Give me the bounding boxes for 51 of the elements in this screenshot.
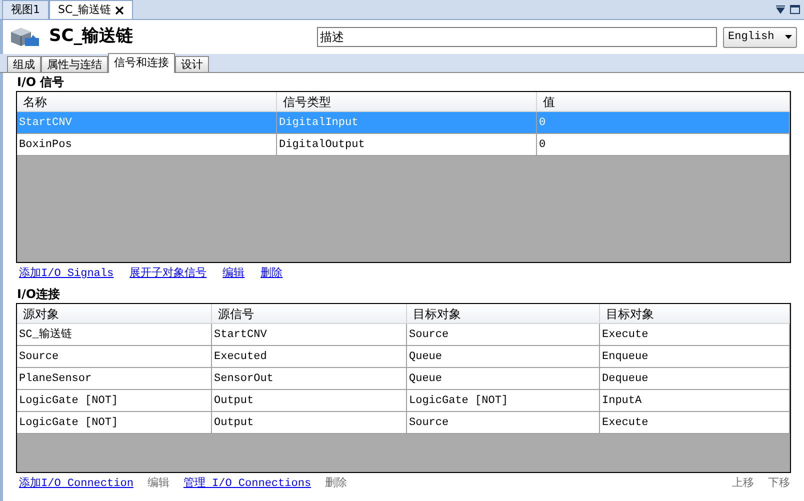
table-cell[interactable]: BoxinPos bbox=[17, 134, 277, 155]
action-link[interactable]: 添加I/O Signals bbox=[19, 266, 114, 282]
table-cell[interactable]: StartCNV bbox=[212, 324, 407, 345]
table-cell[interactable]: InputA bbox=[600, 390, 790, 411]
tab[interactable]: 组成 bbox=[7, 56, 41, 72]
table-cell[interactable]: Dequeue bbox=[600, 368, 790, 389]
column-header[interactable]: 源对象 bbox=[17, 304, 212, 323]
column-header[interactable]: 信号类型 bbox=[277, 92, 537, 111]
table-cell[interactable]: Output bbox=[212, 412, 407, 433]
column-header[interactable]: 目标对象 bbox=[600, 304, 790, 323]
caret-icon bbox=[785, 35, 792, 39]
tab[interactable]: 设计 bbox=[175, 56, 209, 72]
tab[interactable]: 信号和连接 bbox=[108, 53, 175, 73]
action-link[interactable]: 编辑 bbox=[222, 266, 245, 282]
table-cell[interactable]: LogicGate [NOT] bbox=[407, 390, 600, 411]
table-cell[interactable]: Executed bbox=[212, 346, 407, 367]
dropdown-icon[interactable] bbox=[776, 5, 785, 14]
table-cell[interactable]: Output bbox=[212, 390, 407, 411]
language-dropdown[interactable]: English bbox=[723, 26, 797, 48]
close-icon[interactable] bbox=[115, 6, 124, 14]
table-cell[interactable]: Source bbox=[407, 412, 600, 433]
description-field[interactable]: 描述 bbox=[317, 27, 717, 47]
table-cell[interactable]: SC_输送链 bbox=[17, 324, 212, 345]
table-cell[interactable]: Source bbox=[17, 346, 212, 367]
column-header[interactable]: 源信号 bbox=[212, 304, 407, 323]
document-tab[interactable]: SC_输送链 bbox=[49, 0, 134, 19]
table-cell[interactable]: Queue bbox=[407, 368, 600, 389]
column-header[interactable]: 值 bbox=[537, 92, 790, 111]
table-cell[interactable]: Execute bbox=[600, 412, 790, 433]
table-cell[interactable]: 0 bbox=[537, 134, 790, 155]
table-cell[interactable]: Enqueue bbox=[600, 346, 790, 367]
maximize-icon[interactable] bbox=[790, 5, 800, 14]
table-cell[interactable]: DigitalOutput bbox=[277, 134, 537, 155]
table-cell[interactable]: Queue bbox=[407, 346, 600, 367]
section-title: I/O 信号 bbox=[16, 74, 66, 91]
table-cell[interactable]: Source bbox=[407, 324, 600, 345]
table-cell[interactable]: Execute bbox=[600, 324, 790, 345]
action-link[interactable]: 添加I/O Connection bbox=[19, 476, 134, 492]
action-link[interactable]: 管理 I/O Connections bbox=[183, 476, 312, 492]
action-link[interactable]: 删除 bbox=[260, 266, 283, 282]
component-title: SC_输送链 bbox=[49, 25, 134, 48]
table-cell[interactable]: SensorOut bbox=[212, 368, 407, 389]
column-header[interactable]: 名称 bbox=[17, 92, 277, 111]
table-cell[interactable]: PlaneSensor bbox=[17, 368, 212, 389]
column-header[interactable]: 目标对象 bbox=[407, 304, 600, 323]
tab[interactable]: 属性与连结 bbox=[41, 56, 108, 72]
table-cell[interactable]: LogicGate [NOT] bbox=[17, 390, 212, 411]
document-tab[interactable]: 视图1 bbox=[2, 0, 49, 19]
table-cell[interactable]: LogicGate [NOT] bbox=[17, 412, 212, 433]
section-title: I/O连接 bbox=[16, 286, 62, 303]
action-link[interactable]: 展开子对象信号 bbox=[130, 266, 207, 282]
